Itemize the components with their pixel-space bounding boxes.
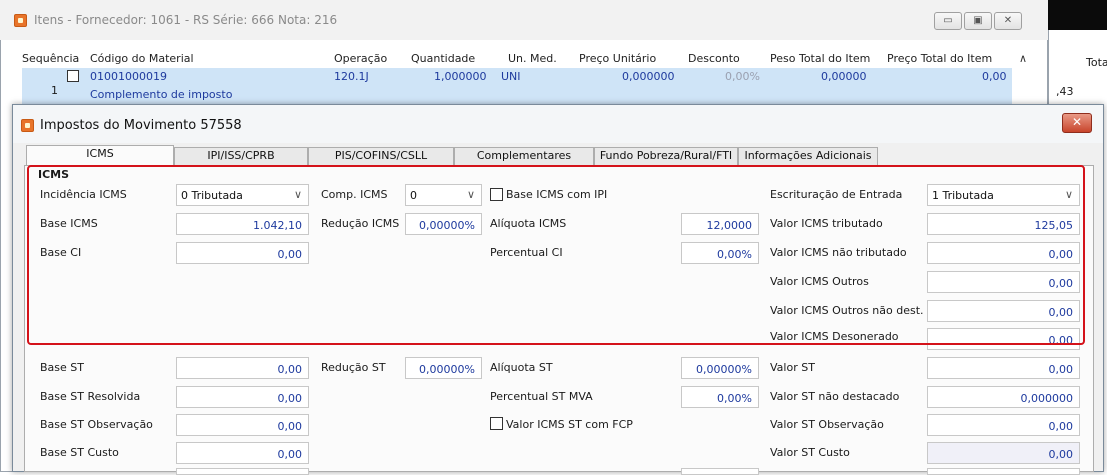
col-peso-total[interactable]: Peso Total do Item [770,52,870,65]
row-sequencia: 1 [51,84,58,97]
percentual-st-mva-label: Percentual ST MVA [490,390,593,403]
valor-st-label: Valor ST [770,361,815,374]
valor-st-custo-label: Valor ST Custo [770,446,850,459]
row-codigo: 01001000019 [90,70,167,83]
row-desconto: 0,00% [725,70,760,83]
icms-highlight-box [27,165,1085,345]
table-row[interactable]: 1 01001000019 Complemento de imposto 120… [22,68,1012,104]
dialog-close-button[interactable]: ✕ [1062,113,1092,133]
col-preco-total[interactable]: Preço Total do Item [887,52,992,65]
row-preco-unitario: 0,000000 [622,70,675,83]
tab-pis-cofins-csll[interactable]: PIS/COFINS/CSLL [308,147,454,165]
valor-icms-st-com-fcp-label: Valor ICMS ST com FCP [506,418,633,431]
row-un-med: UNI [501,70,521,83]
side-window-header: Tota [1086,56,1107,69]
row-descricao: Complemento de imposto [90,88,233,101]
valor-icms-st-com-fcp-checkbox[interactable] [490,417,503,430]
tab-fundo-pobreza[interactable]: Fundo Pobreza/Rural/FTI [594,147,738,165]
base-st-custo-label: Base ST Custo [40,446,119,459]
valor-st-nao-destacado-label: Valor ST não destacado [770,390,900,403]
aliquota-st-input[interactable]: 0,00000% [681,357,759,379]
items-window-title: Itens - Fornecedor: 1061 - RS Série: 666… [34,13,338,27]
base-st-input[interactable]: 0,00 [176,357,309,379]
row-checkbox[interactable] [67,70,79,82]
base-st-resolvida-label: Base ST Resolvida [40,390,141,403]
col-sequencia[interactable]: Sequência [22,52,79,65]
tab-informacoes-adicionais[interactable]: Informações Adicionais [738,147,878,165]
col-codigo[interactable]: Código do Material [90,52,194,65]
base-st-observacao-input[interactable]: 0,00 [176,414,309,436]
items-table-header: Sequência Código do Material Operação Qu… [22,52,1037,69]
col-un-med[interactable]: Un. Med. [508,52,557,65]
tab-complementares[interactable]: Complementares [454,147,594,165]
valor-st-observacao-label: Valor ST Observação [770,418,884,431]
minimize-button[interactable]: ▭ [934,12,962,30]
maximize-button[interactable]: ▣ [964,12,992,30]
col-quantidade[interactable]: Quantidade [411,52,475,65]
base-st-observacao-label: Base ST Observação [40,418,153,431]
side-window-value: ,43 [1056,85,1074,98]
reducao-st-input[interactable]: 0,00000% [405,357,482,379]
col-preco-unitario[interactable]: Preço Unitário [579,52,656,65]
valor-st-observacao-input[interactable]: 0,00 [927,414,1080,436]
base-st-label: Base ST [40,361,84,374]
valor-st-nao-destacado-input[interactable]: 0,000000 [927,386,1080,408]
dialog-title: Impostos do Movimento 57558 [40,118,242,133]
dialog-app-icon [21,119,34,132]
base-st-custo-input[interactable]: 0,00 [176,442,309,464]
row-peso-total: 0,00000 [821,70,867,83]
col-operacao[interactable]: Operação [334,52,387,65]
aliquota-st-label: Alíquota ST [490,361,553,374]
tab-icms[interactable]: ICMS [26,145,174,166]
close-button[interactable]: ✕ [994,12,1022,30]
reducao-st-label: Redução ST [321,361,386,374]
app-icon [14,14,27,27]
row-quantidade: 1,000000 [434,70,487,83]
base-st-resolvida-input[interactable]: 0,00 [176,386,309,408]
valor-st-custo-input[interactable]: 0,00 [927,442,1080,464]
col-desconto[interactable]: Desconto [688,52,740,65]
tab-ipi-iss-cprb[interactable]: IPI/ISS/CPRB [174,147,308,165]
valor-st-input[interactable]: 0,00 [927,357,1080,379]
scroll-up-icon[interactable]: ∧ [1014,52,1032,69]
percentual-st-mva-input[interactable]: 0,00% [681,386,759,408]
row-operacao: 120.1J [334,70,369,83]
side-window-titlebar [1048,0,1107,30]
row-preco-total: 0,00 [982,70,1007,83]
